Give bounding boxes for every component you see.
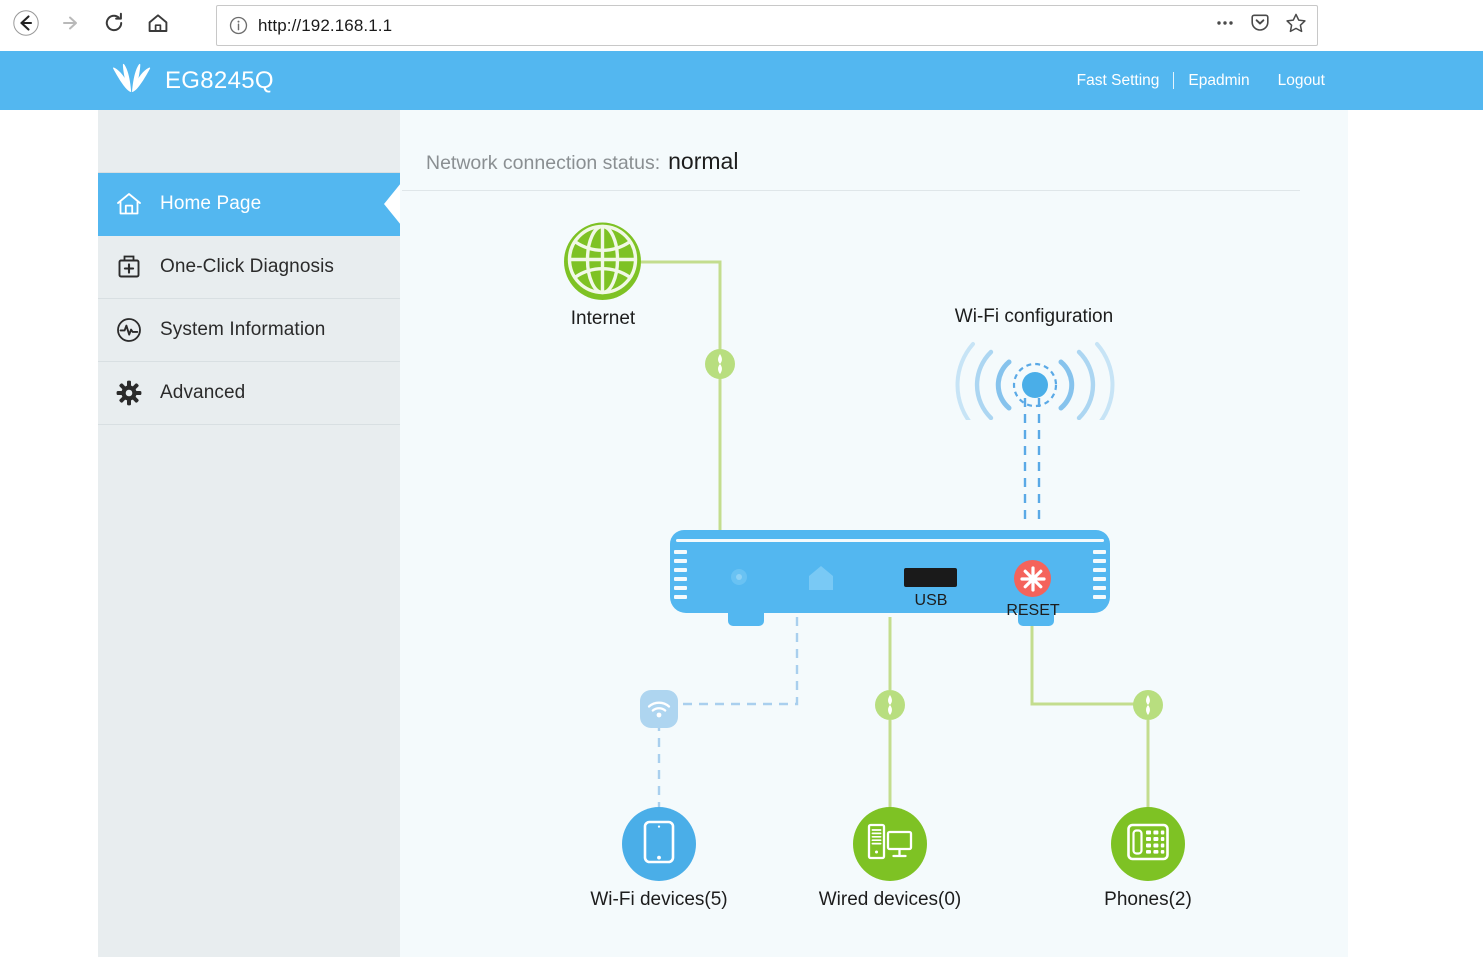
home-button[interactable] <box>136 4 180 48</box>
cable-connector-icon <box>718 354 722 374</box>
desktop-pc-icon <box>867 822 913 867</box>
back-arrow-icon <box>13 10 39 41</box>
home-icon <box>146 11 170 40</box>
phones-node[interactable] <box>1111 807 1185 881</box>
brand-name: EG8245Q <box>165 66 274 94</box>
link-marker-phones <box>1133 690 1163 720</box>
router-top-edge <box>676 539 1104 542</box>
router-foot-left <box>728 613 764 626</box>
header-nav: Fast Setting Epadmin Logout <box>1063 51 1339 110</box>
main-content: Network connection status: normal Intern… <box>400 110 1348 957</box>
back-button[interactable] <box>4 4 48 48</box>
page-body: Home Page One-Click Diagnosis System Inf… <box>0 110 1483 957</box>
forward-arrow-icon <box>58 11 82 40</box>
cable-connector-icon <box>1146 695 1150 715</box>
app-header: EG8245Q Fast Setting Epadmin Logout <box>0 51 1483 110</box>
brand: EG8245Q <box>110 51 274 110</box>
reset-button-icon[interactable] <box>1014 560 1051 597</box>
home-icon <box>98 189 160 219</box>
cable-connector-icon <box>888 695 892 715</box>
page-info-icon[interactable] <box>229 16 248 35</box>
usb-port-icon <box>904 568 957 587</box>
link-marker-wired <box>875 690 905 720</box>
reset-starburst-icon <box>1019 565 1046 592</box>
ellipsis-icon[interactable] <box>1215 13 1235 38</box>
internet-node[interactable] <box>564 221 641 303</box>
gear-icon <box>98 378 160 408</box>
sidebar-spacer <box>98 110 400 173</box>
address-bar[interactable]: http://192.168.1.1 <box>216 5 1318 46</box>
reset-label: RESET <box>1006 602 1060 619</box>
internet-label: Internet <box>570 308 636 329</box>
nav-logout[interactable]: Logout <box>1264 72 1339 90</box>
pulse-circle-icon <box>98 315 160 345</box>
wifi-devices-label: Wi-Fi devices(5) <box>590 889 728 910</box>
network-topology-diagram: Internet Wi-Fi configuration USB RESET W… <box>400 110 1348 957</box>
desk-phone-icon <box>1126 822 1170 867</box>
wifi-devices-node[interactable] <box>622 807 696 881</box>
reload-icon <box>102 11 126 40</box>
wifi-broadcast-icon[interactable] <box>947 340 1123 428</box>
sidebar-item-label: System Information <box>160 319 326 340</box>
medkit-icon <box>98 253 160 281</box>
browser-chrome: http://192.168.1.1 <box>0 0 1483 51</box>
sidebar-item-label: One-Click Diagnosis <box>160 256 335 277</box>
link-marker-internet <box>705 349 735 379</box>
wifi-configuration-label: Wi-Fi configuration <box>954 306 1114 327</box>
sidebar: Home Page One-Click Diagnosis System Inf… <box>98 110 400 957</box>
pocket-icon[interactable] <box>1249 12 1271 39</box>
forward-button[interactable] <box>48 4 92 48</box>
usb-label: USB <box>914 592 948 609</box>
router-device[interactable]: USB RESET <box>670 522 1110 626</box>
url-text[interactable]: http://192.168.1.1 <box>258 16 392 36</box>
sidebar-item-one-click-diagnosis[interactable]: One-Click Diagnosis <box>98 236 400 299</box>
sidebar-item-label: Home Page <box>160 193 262 214</box>
sidebar-item-advanced[interactable]: Advanced <box>98 362 400 425</box>
sidebar-item-label: Advanced <box>160 382 246 403</box>
sidebar-item-home-page[interactable]: Home Page <box>98 173 400 236</box>
wired-devices-node[interactable] <box>853 807 927 881</box>
huawei-logo-icon <box>110 61 154 100</box>
address-bar-actions <box>1215 12 1307 39</box>
wired-devices-label: Wired devices(0) <box>818 889 962 910</box>
nav-separator <box>1173 72 1175 89</box>
globe-icon <box>564 221 641 303</box>
wifi-signal-icon <box>640 690 678 728</box>
star-icon[interactable] <box>1285 12 1307 39</box>
nav-fast-setting[interactable]: Fast Setting <box>1063 72 1174 90</box>
lan-port-icon <box>806 564 836 597</box>
nav-epadmin[interactable]: Epadmin <box>1174 72 1263 90</box>
phones-label: Phones(2) <box>1104 889 1192 910</box>
tablet-icon <box>642 820 676 869</box>
power-indicator-icon <box>731 569 747 585</box>
reload-button[interactable] <box>92 4 136 48</box>
sidebar-item-system-information[interactable]: System Information <box>98 299 400 362</box>
